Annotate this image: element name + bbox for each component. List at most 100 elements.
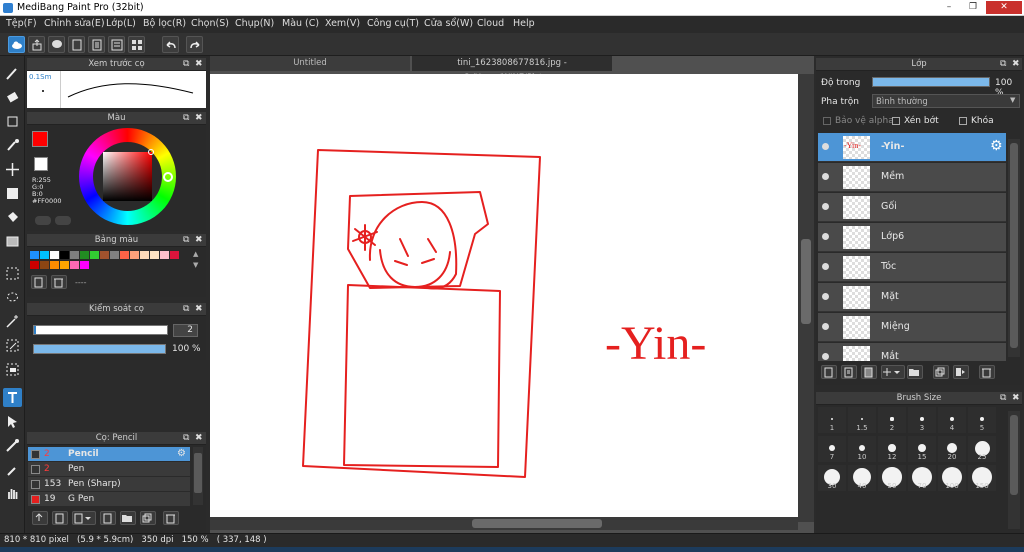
menu-file[interactable]: Tệp(F) <box>6 18 37 29</box>
palette-swatch[interactable] <box>100 251 109 259</box>
layer-row[interactable]: Lớp6 <box>818 223 1006 252</box>
select-pen-tool[interactable] <box>3 336 22 355</box>
brush-size-cell[interactable]: 30 <box>818 465 846 491</box>
brush-list-item[interactable]: 2 Pen <box>28 462 190 477</box>
delete-palette-button[interactable] <box>51 275 67 289</box>
canvas-vertical-scrollbar[interactable] <box>798 74 814 522</box>
palette-swatch[interactable] <box>80 251 89 259</box>
popout-icon[interactable]: ⧉ <box>1000 392 1006 405</box>
color-option-button-2[interactable] <box>55 216 71 225</box>
brush-list-item[interactable]: 2 Pencil ⚙ <box>28 447 190 462</box>
panel-close-icon[interactable]: ✖ <box>195 58 203 71</box>
panel-close-icon[interactable]: ✖ <box>195 234 203 247</box>
move-tool[interactable] <box>3 160 22 179</box>
main-color-swatch[interactable] <box>32 131 48 147</box>
layer-row[interactable]: Mặt <box>818 283 1006 312</box>
panel-close-icon[interactable]: ✖ <box>1012 58 1020 71</box>
popout-icon[interactable]: ⧉ <box>183 58 189 71</box>
bucket-tool[interactable] <box>3 208 22 227</box>
hue-cursor[interactable] <box>163 172 173 182</box>
layer-row[interactable]: Mềm <box>818 163 1006 192</box>
visibility-eye-icon[interactable] <box>822 233 829 240</box>
palette-swatch[interactable] <box>110 251 119 259</box>
new-halftone-layer-button[interactable] <box>841 365 857 379</box>
brush-list-scrollbar[interactable] <box>193 447 203 505</box>
undo-button[interactable] <box>162 36 179 53</box>
palette-swatch[interactable] <box>120 251 129 259</box>
gradient-tool[interactable] <box>3 232 22 251</box>
panel-close-icon[interactable]: ✖ <box>195 432 203 445</box>
menu-capture[interactable]: Chụp(N) <box>235 18 274 29</box>
palette-swatch[interactable] <box>90 251 99 259</box>
popout-icon[interactable]: ⧉ <box>1000 58 1006 71</box>
popout-icon[interactable]: ⧉ <box>183 112 189 125</box>
close-button[interactable]: ✕ <box>986 1 1022 14</box>
brush-size-cell[interactable]: 15 <box>908 436 936 462</box>
layer-folder-button[interactable] <box>907 365 923 379</box>
palette-swatch[interactable] <box>50 261 59 269</box>
delete-brush-button[interactable] <box>163 511 179 525</box>
panel-close-icon[interactable]: ✖ <box>195 112 203 125</box>
layer-row[interactable]: -Yin- -Yin- ⚙ <box>818 133 1006 162</box>
add-layer-menu-button[interactable] <box>881 365 905 379</box>
new-palette-button[interactable] <box>31 275 47 289</box>
layer-row[interactable]: Miệng <box>818 313 1006 342</box>
eraser-tool[interactable] <box>3 88 22 107</box>
brush-size-scrollbar[interactable] <box>1008 411 1020 529</box>
brush-folder-button[interactable] <box>120 511 136 525</box>
brush-size-value[interactable]: 2 <box>173 324 198 337</box>
palette-swatch[interactable] <box>70 261 79 269</box>
canvas-horizontal-scroll-thumb[interactable] <box>472 519 602 528</box>
brush-size-cell[interactable]: 1.5 <box>848 407 876 433</box>
visibility-eye-icon[interactable] <box>822 293 829 300</box>
brush-size-cell[interactable]: 2 <box>878 407 906 433</box>
sv-cursor[interactable] <box>148 149 154 155</box>
brush-size-cell[interactable]: 1 <box>818 407 846 433</box>
color-option-button[interactable] <box>35 216 51 225</box>
menu-layer[interactable]: Lớp(L) <box>106 18 136 29</box>
duplicate-layer-button[interactable] <box>933 365 949 379</box>
palette-swatch[interactable] <box>160 251 169 259</box>
clipping-checkbox[interactable] <box>892 117 900 125</box>
visibility-eye-icon[interactable] <box>822 203 829 210</box>
popout-icon[interactable]: ⧉ <box>183 303 189 316</box>
hue-ring[interactable] <box>79 128 176 225</box>
new-brush-button[interactable] <box>52 511 68 525</box>
text-tool[interactable] <box>3 388 22 407</box>
select-tool[interactable] <box>3 264 22 283</box>
list-button[interactable] <box>108 36 125 53</box>
visibility-eye-icon[interactable] <box>822 323 829 330</box>
brush-size-slider[interactable] <box>33 325 168 335</box>
magic-wand-tool[interactable] <box>3 312 22 331</box>
menu-cloud[interactable]: Cloud <box>477 18 504 29</box>
palette-swatch[interactable] <box>50 251 59 259</box>
brush-opacity-slider[interactable] <box>33 344 166 354</box>
popout-icon[interactable]: ⧉ <box>183 234 189 247</box>
palette-swatch[interactable] <box>60 261 69 269</box>
add-brush-button[interactable] <box>32 511 48 525</box>
cloud-button[interactable] <box>8 36 25 53</box>
panel-close-icon[interactable]: ✖ <box>1012 392 1020 405</box>
palette-scroll-down-icon[interactable]: ▼ <box>193 261 198 269</box>
brush-size-cell[interactable]: 50 <box>878 465 906 491</box>
new-8bit-layer-button[interactable] <box>861 365 877 379</box>
palette-swatch[interactable] <box>60 251 69 259</box>
tab-file[interactable]: tini_1623808677816.jpg - C:/Users/WIN7/P… <box>412 56 612 83</box>
hand-tool[interactable] <box>3 484 22 503</box>
brush-menu-button[interactable] <box>72 511 96 525</box>
palette-swatch[interactable] <box>30 261 39 269</box>
menu-edit[interactable]: Chỉnh sửa(E) <box>44 18 105 29</box>
gear-icon[interactable]: ⚙ <box>990 138 1003 154</box>
palette-swatch[interactable] <box>130 251 139 259</box>
menu-window[interactable]: Cửa sổ(W) <box>424 18 473 29</box>
new-layer-button[interactable] <box>821 365 837 379</box>
brush-settings-button[interactable] <box>100 511 116 525</box>
grid-button[interactable] <box>128 36 145 53</box>
redo-button[interactable] <box>186 36 203 53</box>
menu-view[interactable]: Xem(V) <box>325 18 360 29</box>
layer-opacity-slider[interactable] <box>872 77 990 87</box>
brush-size-cell[interactable]: 70 <box>908 465 936 491</box>
palette-scroll-up-icon[interactable]: ▲ <box>193 250 198 258</box>
brush-size-cell[interactable]: 4 <box>938 407 966 433</box>
menu-color[interactable]: Màu (C) <box>282 18 319 29</box>
